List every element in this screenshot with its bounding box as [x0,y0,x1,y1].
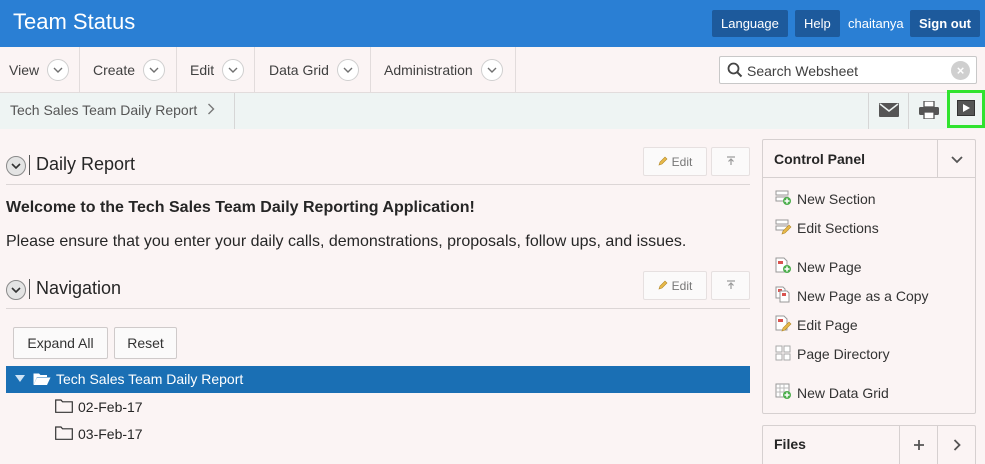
navigation-edit-button[interactable]: Edit [643,271,707,300]
search-placeholder: Search Websheet [747,63,859,79]
page-directory-icon [775,345,792,364]
control-panel-collapse-button[interactable] [937,140,975,177]
tree-node-root[interactable]: Tech Sales Team Daily Report [6,366,750,393]
reset-button[interactable]: Reset [114,327,177,359]
chevron-down-icon [143,59,166,81]
arrow-up-to-top-icon [726,155,736,169]
expand-triangle-icon[interactable] [15,375,25,382]
divider [29,155,30,175]
files-panel: Files [762,425,976,464]
tree-node[interactable]: 03-Feb-17 [55,423,143,445]
new-page-icon [775,257,792,277]
edit-page-link[interactable]: Edit Page [775,315,858,335]
menu-edit[interactable]: Edit [177,47,255,93]
menu-administration-label: Administration [384,62,473,78]
page-directory-link[interactable]: Page Directory [775,344,890,364]
chevron-down-icon [480,59,503,81]
tree-node[interactable]: 02-Feb-17 [55,396,143,418]
print-button[interactable] [908,93,948,129]
app-title: Team Status [13,9,136,34]
edit-sections-icon [775,219,792,238]
daily-report-title: Daily Report [36,154,136,174]
collapse-toggle-icon[interactable] [6,280,26,300]
tree-node-label: 02-Feb-17 [78,399,143,415]
menu-create-label: Create [93,62,136,78]
tree-node-root-label: Tech Sales Team Daily Report [56,371,244,387]
open-folder-icon [33,372,51,389]
files-expand-button[interactable] [937,426,975,464]
breadcrumb: Tech Sales Team Daily Report [0,93,235,129]
welcome-heading: Welcome to the Tech Sales Team Daily Rep… [6,199,475,216]
edit-sections-label: Edit Sections [797,220,879,236]
edit-label: Edit [671,154,693,169]
new-data-grid-icon [775,383,792,403]
new-page-label: New Page [797,259,862,275]
menu-view-label: View [9,62,40,78]
edit-page-icon [775,315,792,335]
clear-icon[interactable]: × [951,61,970,80]
email-button[interactable] [868,93,908,129]
move-to-top-button[interactable] [711,147,750,176]
move-to-top-button[interactable] [711,271,750,300]
chevron-down-icon [47,59,70,81]
edit-page-label: Edit Page [797,317,858,333]
username-label: chaitanya [848,16,904,31]
menu-data-grid[interactable]: Data Grid [255,47,371,93]
collapse-toggle-icon[interactable] [6,156,26,176]
new-section-link[interactable]: New Section [775,189,876,209]
search-input[interactable]: Search Websheet × [719,56,977,84]
files-title: Files [774,436,806,452]
daily-report-edit-button[interactable]: Edit [643,147,707,176]
sign-out-button[interactable]: Sign out [910,10,980,37]
edit-sections-link[interactable]: Edit Sections [775,218,879,238]
expand-all-button[interactable]: Expand All [13,327,108,359]
new-page-as-copy-label: New Page as a Copy [797,288,929,304]
folder-icon [55,425,73,443]
navigation-title: Navigation [36,278,122,298]
pencil-icon [658,155,668,169]
new-data-grid-link[interactable]: New Data Grid [775,383,889,403]
menu-create[interactable]: Create [80,47,177,93]
header-bar: Team Status Language Help chaitanya Sign… [0,0,985,47]
chevron-down-icon [336,59,359,81]
new-section-icon [775,190,792,209]
add-file-button[interactable] [899,426,937,464]
search-icon [727,62,743,81]
chevron-down-icon [222,59,245,81]
chevron-right-icon [953,435,961,456]
daily-report-header: Daily Report Edit [6,147,750,185]
presentation-play-icon [957,99,975,119]
control-panel-header: Control Panel [763,140,975,178]
menu-data-grid-label: Data Grid [269,62,329,78]
print-icon [918,99,939,122]
menu-edit-label: Edit [190,62,215,78]
navigation-header: Navigation Edit [6,271,750,309]
chevron-down-icon [950,151,963,167]
folder-icon [55,398,73,416]
chevron-right-icon [207,93,215,127]
menu-administration[interactable]: Administration [371,47,516,93]
mail-icon [878,102,899,120]
breadcrumb-bar: Tech Sales Team Daily Report [0,93,985,129]
breadcrumb-current[interactable]: Tech Sales Team Daily Report [10,102,197,118]
page-directory-label: Page Directory [797,346,890,362]
edit-label: Edit [671,278,693,293]
plus-icon [913,435,925,456]
instructions-text: Please ensure that you enter your daily … [6,233,687,250]
new-section-label: New Section [797,191,876,207]
new-page-as-copy-link[interactable]: New Page as a Copy [775,286,929,306]
presentation-mode-button[interactable] [947,90,985,128]
menu-view[interactable]: View [0,47,80,93]
pencil-icon [658,279,668,293]
copy-page-icon [775,286,792,306]
control-panel: Control Panel New Section Edit Sections … [762,139,976,414]
divider [29,279,30,299]
tree-node-label: 03-Feb-17 [78,426,143,442]
arrow-up-to-top-icon [726,279,736,293]
new-page-link[interactable]: New Page [775,257,862,277]
control-panel-title: Control Panel [774,151,866,167]
language-button[interactable]: Language [712,10,788,37]
new-data-grid-label: New Data Grid [797,385,889,401]
help-button[interactable]: Help [795,10,840,37]
